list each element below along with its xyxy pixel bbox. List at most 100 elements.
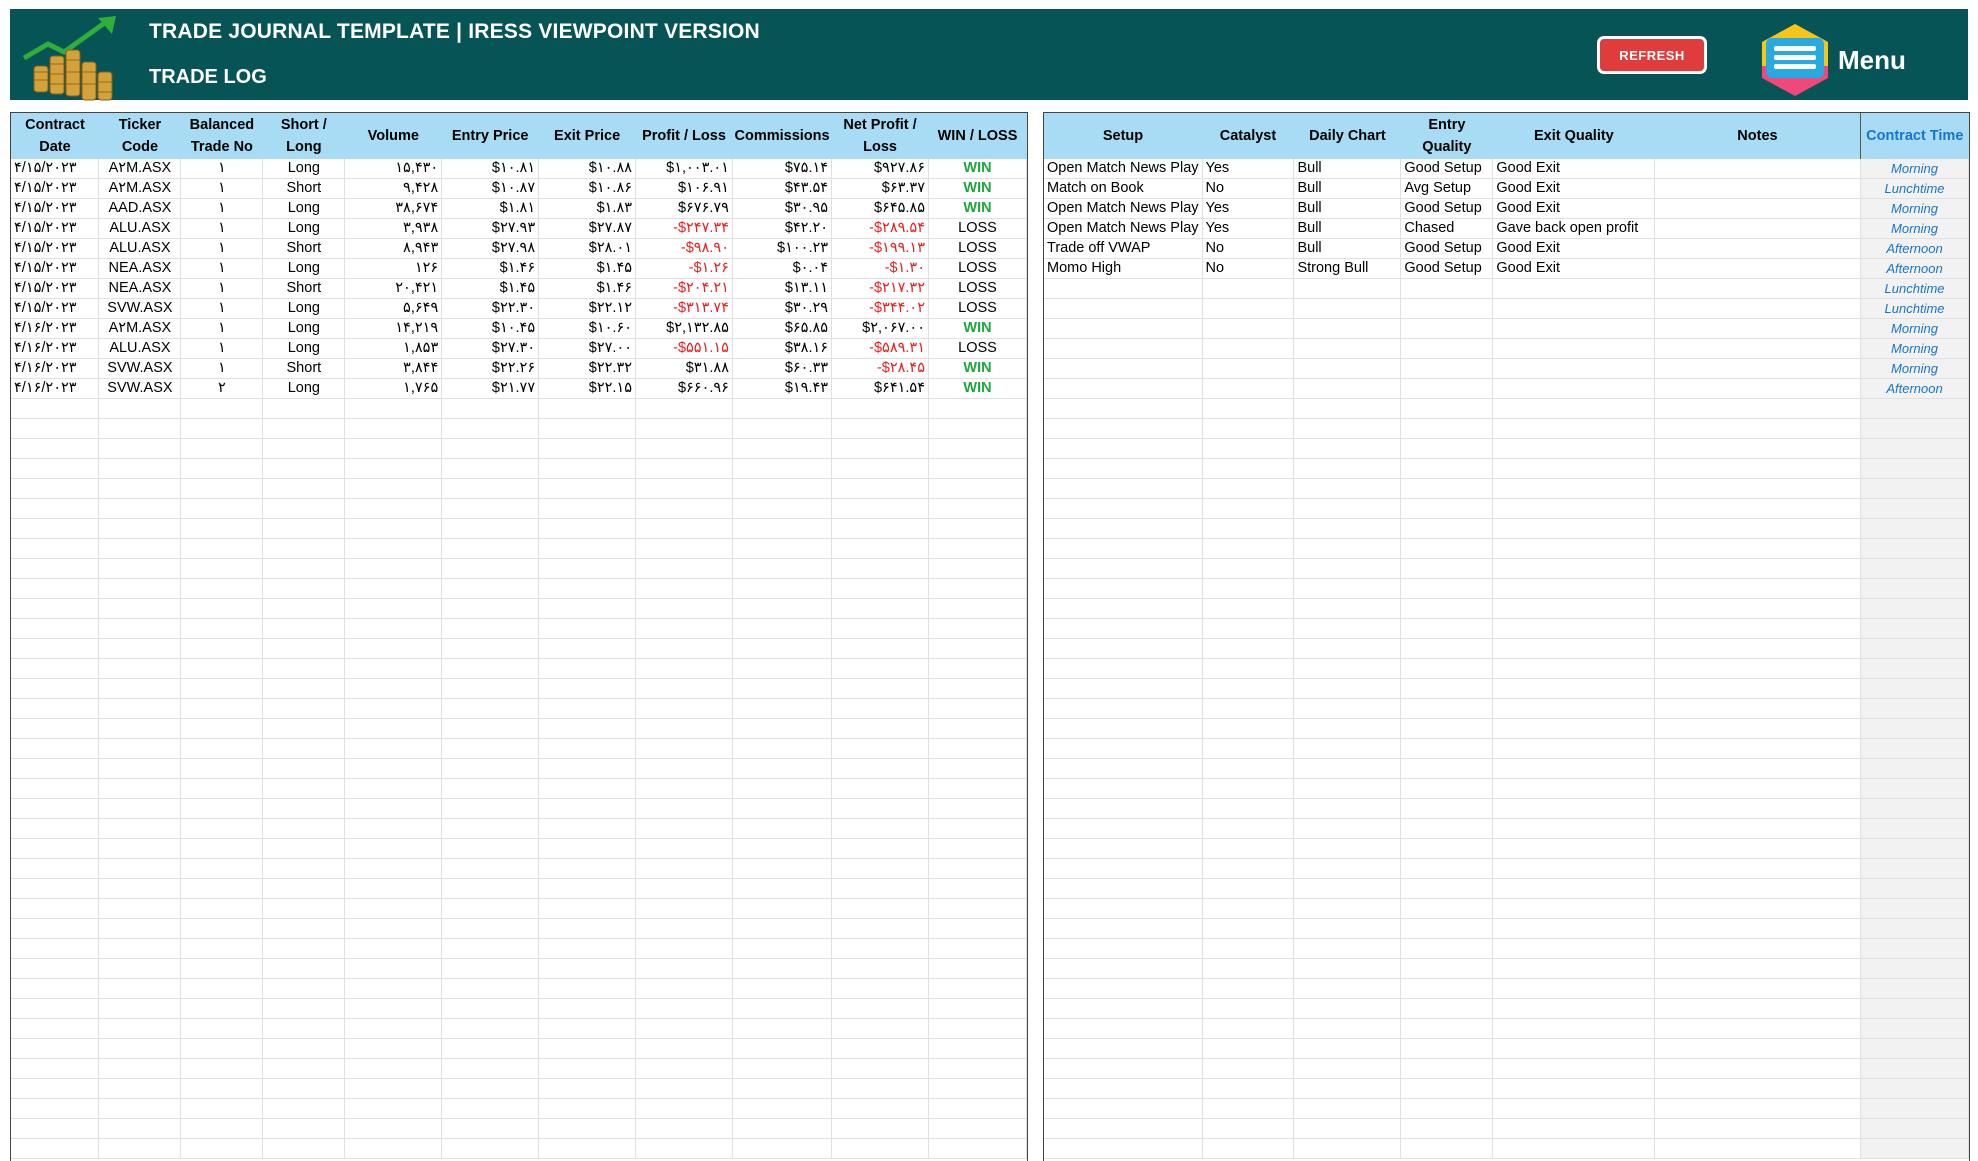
table-cell[interactable]: [1044, 458, 1203, 479]
table-cell[interactable]: WIN: [928, 178, 1027, 199]
table-cell[interactable]: $۱.۸۱: [441, 198, 540, 219]
table-cell[interactable]: [538, 1078, 637, 1099]
table-cell[interactable]: [1400, 798, 1494, 819]
table-cell[interactable]: [1654, 658, 1862, 679]
table-cell[interactable]: [1044, 678, 1203, 699]
table-cell[interactable]: [538, 698, 637, 719]
table-cell[interactable]: [1400, 998, 1494, 1019]
table-cell[interactable]: [344, 718, 443, 739]
table-cell[interactable]: [1293, 518, 1402, 539]
table-cell[interactable]: [11, 398, 100, 419]
table-cell[interactable]: [11, 1138, 100, 1159]
table-cell[interactable]: [1654, 318, 1862, 339]
table-cell[interactable]: [441, 398, 540, 419]
table-cell[interactable]: [441, 618, 540, 639]
table-cell[interactable]: [1492, 918, 1656, 939]
table-cell[interactable]: Good Exit: [1492, 258, 1656, 279]
table-cell[interactable]: [1860, 778, 1969, 799]
table-cell[interactable]: [732, 678, 833, 699]
table-cell[interactable]: [1044, 358, 1203, 379]
table-cell[interactable]: [928, 398, 1027, 419]
table-cell[interactable]: [1202, 538, 1295, 559]
table-cell[interactable]: [1860, 618, 1969, 639]
table-cell[interactable]: ۴/۱۵/۲۰۲۳: [11, 198, 100, 219]
table-cell[interactable]: [1044, 1018, 1203, 1039]
table-cell[interactable]: [441, 878, 540, 899]
table-cell[interactable]: [344, 978, 443, 999]
table-cell[interactable]: [344, 758, 443, 779]
table-cell[interactable]: [1044, 898, 1203, 919]
table-cell[interactable]: ۱,۷۶۵: [344, 378, 443, 399]
table-cell[interactable]: ۱۵,۴۳۰: [344, 159, 443, 179]
table-cell[interactable]: [344, 438, 443, 459]
table-cell[interactable]: Morning: [1860, 198, 1969, 219]
table-cell[interactable]: [180, 878, 264, 899]
table-cell[interactable]: [262, 538, 346, 559]
table-cell[interactable]: Good Setup: [1400, 159, 1494, 179]
table-cell[interactable]: [441, 718, 540, 739]
table-cell[interactable]: [1293, 338, 1402, 359]
table-cell[interactable]: [262, 798, 346, 819]
table-cell[interactable]: [1860, 1118, 1969, 1139]
table-cell[interactable]: [1654, 798, 1862, 819]
table-cell[interactable]: ۴/۱۶/۲۰۲۳: [11, 378, 100, 399]
table-cell[interactable]: [1044, 798, 1203, 819]
table-cell[interactable]: [262, 958, 346, 979]
table-cell[interactable]: [538, 1098, 637, 1119]
table-cell[interactable]: [1400, 1058, 1494, 1079]
table-cell[interactable]: [635, 1138, 733, 1159]
table-cell[interactable]: [1202, 718, 1295, 739]
table-cell[interactable]: [98, 1058, 182, 1079]
table-cell[interactable]: [11, 1038, 100, 1059]
table-cell[interactable]: LOSS: [928, 298, 1027, 319]
table-cell[interactable]: [635, 618, 733, 639]
table-cell[interactable]: Match on Book: [1044, 178, 1203, 199]
table-cell[interactable]: [262, 478, 346, 499]
table-cell[interactable]: [635, 638, 733, 659]
table-cell[interactable]: [11, 438, 100, 459]
table-cell[interactable]: [538, 478, 637, 499]
table-cell[interactable]: $۲,۰۶۷.۰۰: [831, 318, 930, 339]
table-cell[interactable]: Long: [262, 318, 346, 339]
table-cell[interactable]: [928, 998, 1027, 1019]
table-cell[interactable]: [1492, 758, 1656, 779]
table-cell[interactable]: Short: [262, 358, 346, 379]
table-cell[interactable]: [1654, 198, 1862, 219]
table-cell[interactable]: [11, 978, 100, 999]
table-cell[interactable]: LOSS: [928, 258, 1027, 279]
table-cell[interactable]: [98, 958, 182, 979]
table-cell[interactable]: [1400, 1038, 1494, 1059]
table-cell[interactable]: [1860, 878, 1969, 899]
table-cell[interactable]: [98, 498, 182, 519]
table-cell[interactable]: [831, 458, 930, 479]
table-cell[interactable]: [98, 418, 182, 439]
table-cell[interactable]: [1202, 858, 1295, 879]
table-cell[interactable]: [1654, 618, 1862, 639]
table-cell[interactable]: [635, 518, 733, 539]
table-cell[interactable]: [180, 998, 264, 1019]
table-cell[interactable]: [1400, 438, 1494, 459]
table-cell[interactable]: [1202, 338, 1295, 359]
table-cell[interactable]: [732, 838, 833, 859]
table-cell[interactable]: ۱: [180, 278, 264, 299]
table-cell[interactable]: $۶۴۵.۸۵: [831, 198, 930, 219]
table-cell[interactable]: [98, 478, 182, 499]
table-cell[interactable]: $۲۷.۹۸: [441, 238, 540, 259]
table-cell[interactable]: [1492, 538, 1656, 559]
table-cell[interactable]: [1492, 778, 1656, 799]
table-cell[interactable]: [928, 458, 1027, 479]
table-cell[interactable]: [1400, 1018, 1494, 1039]
table-cell[interactable]: [831, 1118, 930, 1139]
table-cell[interactable]: [1654, 778, 1862, 799]
table-cell[interactable]: [1202, 758, 1295, 779]
table-cell[interactable]: [11, 878, 100, 899]
table-cell[interactable]: [344, 738, 443, 759]
table-cell[interactable]: [1492, 738, 1656, 759]
table-cell[interactable]: [732, 598, 833, 619]
table-cell[interactable]: [1654, 418, 1862, 439]
table-cell[interactable]: [831, 418, 930, 439]
table-cell[interactable]: [1860, 598, 1969, 619]
table-cell[interactable]: [11, 598, 100, 619]
table-cell[interactable]: [1860, 1038, 1969, 1059]
table-cell[interactable]: [344, 998, 443, 1019]
